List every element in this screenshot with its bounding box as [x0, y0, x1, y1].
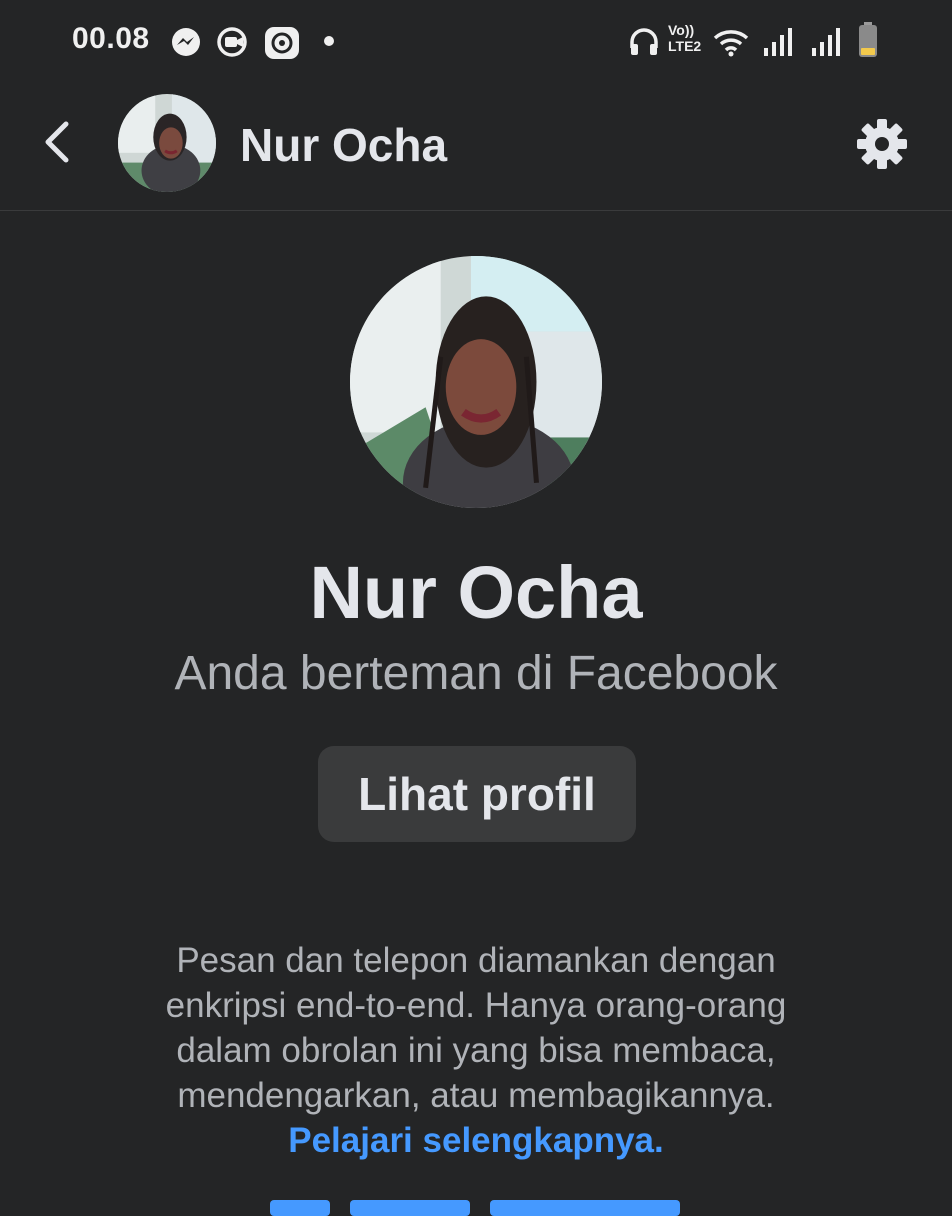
partially-visible-link [270, 1186, 682, 1216]
encryption-text: Pesan dan telepon diamankan dengan enkri… [165, 941, 787, 1115]
messenger-icon [172, 28, 200, 56]
friend-status-text: Anda berteman di Facebook [174, 647, 778, 700]
notification-dot-icon [324, 36, 334, 46]
status-time: 00.08 [72, 22, 150, 55]
wifi-icon [713, 30, 749, 57]
chat-header: Nur Ocha [0, 84, 952, 211]
encryption-notice: Pesan dan telepon diamankan dengan enkri… [120, 938, 832, 1163]
signal-icon [764, 28, 792, 56]
screen-record-icon [217, 27, 247, 57]
headphones-icon [630, 28, 658, 55]
avatar[interactable] [118, 94, 216, 192]
gear-icon[interactable] [856, 118, 908, 170]
view-profile-button[interactable]: Lihat profil [318, 746, 636, 842]
back-arrow-icon[interactable] [38, 118, 78, 166]
settings-app-icon [265, 27, 299, 59]
header-contact-name[interactable]: Nur Ocha [240, 118, 447, 172]
profile-name: Nur Ocha [309, 551, 643, 634]
learn-more-link[interactable]: Pelajari selengkapnya. [288, 1121, 663, 1160]
volte-icon: Vo)) LTE2 [668, 22, 702, 54]
battery-icon [859, 22, 877, 57]
profile-photo[interactable] [350, 256, 602, 508]
signal-icon-secondary [812, 28, 840, 56]
status-bar: 00.08 Vo)) LTE2 [0, 0, 952, 82]
